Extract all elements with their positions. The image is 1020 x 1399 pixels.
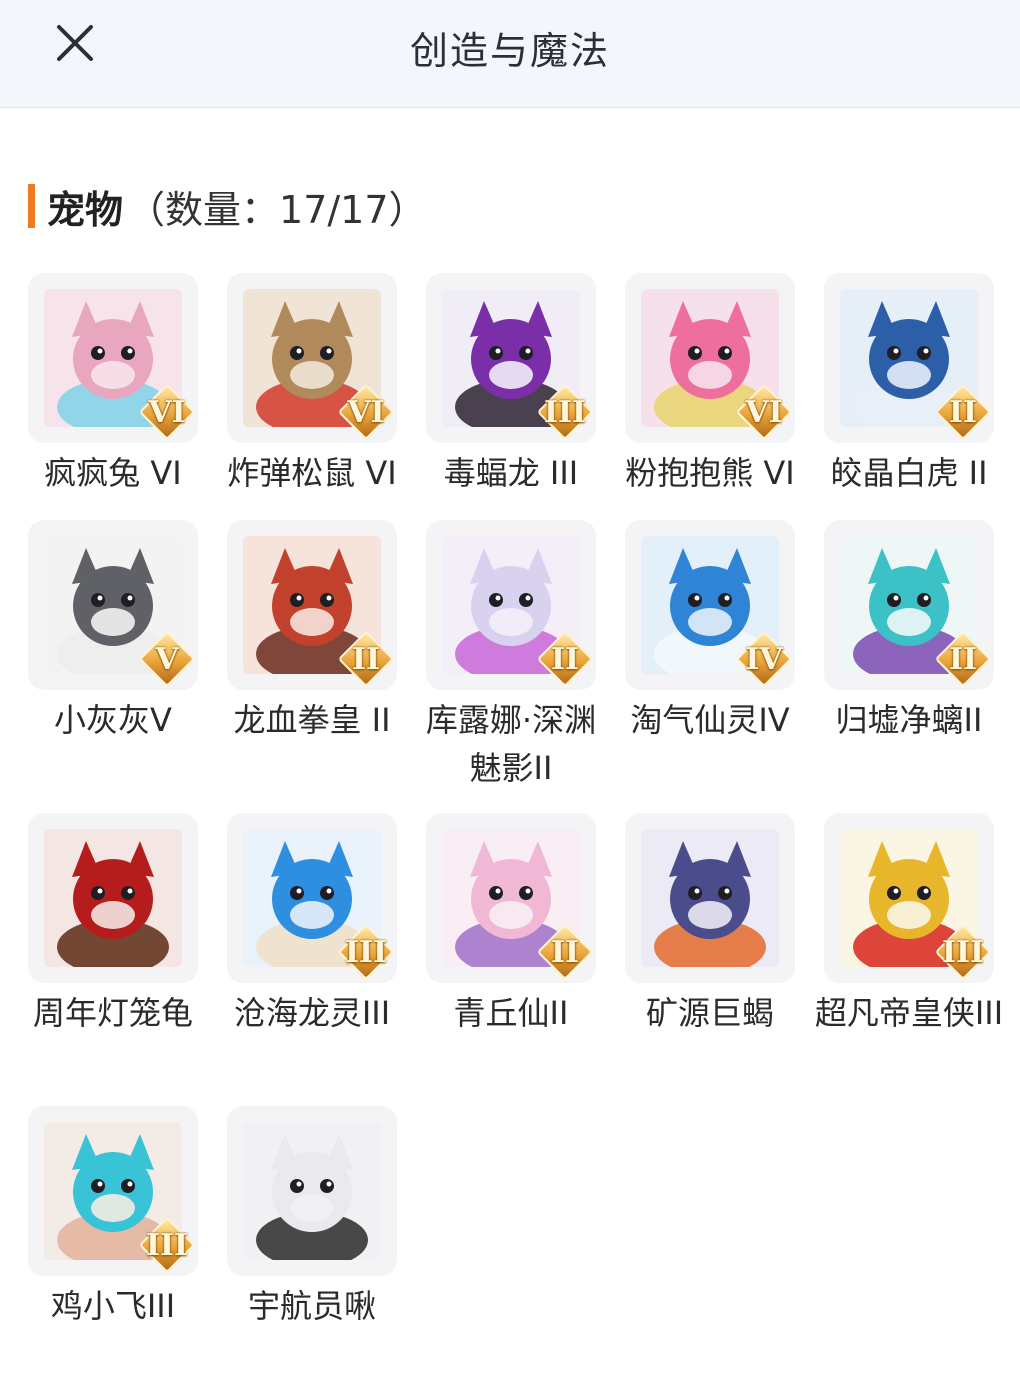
pet-tile[interactable]: III bbox=[28, 1106, 198, 1276]
rank-badge: VI bbox=[735, 383, 793, 441]
pet-tile[interactable]: III bbox=[824, 813, 994, 983]
rank-badge: II bbox=[337, 630, 395, 688]
rank-badge: III bbox=[934, 923, 992, 981]
pet-tile[interactable] bbox=[625, 813, 795, 983]
pet-name: 超凡帝皇侠III bbox=[814, 994, 1004, 1032]
rank-label: VI bbox=[148, 394, 186, 430]
rank-label: III bbox=[941, 934, 985, 970]
rank-badge: VI bbox=[138, 383, 196, 441]
rank-label: II bbox=[948, 641, 978, 677]
rank-label: III bbox=[344, 934, 388, 970]
rank-badge: III bbox=[337, 923, 395, 981]
pet-tile[interactable]: VI bbox=[28, 273, 198, 443]
pet-portrait bbox=[641, 829, 779, 967]
pet-grid: VI 疯疯兔 VI VI 炸弹松鼠 VI III 毒蝠龙 III VI 粉抱抱熊… bbox=[0, 0, 1020, 1399]
pet-tile[interactable]: IV bbox=[625, 520, 795, 690]
pet-name: 淘气仙灵IV bbox=[630, 701, 790, 739]
pet-tile[interactable]: II bbox=[426, 520, 596, 690]
rank-label: II bbox=[550, 641, 580, 677]
rank-label: VI bbox=[347, 394, 385, 430]
pet-name: 归墟净螭II bbox=[835, 701, 983, 739]
rank-badge: III bbox=[138, 1216, 196, 1274]
pet-tile[interactable]: II bbox=[824, 520, 994, 690]
pet-tile[interactable]: VI bbox=[227, 273, 397, 443]
pet-name: 疯疯兔 VI bbox=[44, 454, 182, 492]
pet-name: 周年灯笼龟 bbox=[32, 994, 193, 1032]
pet-tile[interactable]: III bbox=[227, 813, 397, 983]
pet-tile[interactable] bbox=[227, 1106, 397, 1276]
rank-badge: V bbox=[138, 630, 196, 688]
rank-badge: II bbox=[934, 630, 992, 688]
rank-badge: IV bbox=[735, 630, 793, 688]
pet-name: 青丘仙II bbox=[453, 994, 569, 1032]
pet-tile[interactable]: VI bbox=[625, 273, 795, 443]
rank-label: II bbox=[351, 641, 381, 677]
pet-portrait bbox=[44, 829, 182, 967]
rank-label: III bbox=[145, 1227, 189, 1263]
pet-name: 龙血拳皇 II bbox=[233, 701, 391, 739]
pet-portrait bbox=[243, 1122, 381, 1260]
rank-badge: II bbox=[536, 630, 594, 688]
rank-label: IV bbox=[745, 641, 783, 677]
pet-name: 库露娜·深渊魅影II bbox=[425, 701, 597, 787]
pet-name: 皎晶白虎 II bbox=[830, 454, 988, 492]
pet-name: 小灰灰V bbox=[54, 701, 172, 739]
pet-name: 宇航员啾 bbox=[247, 1287, 376, 1325]
rank-label: VI bbox=[745, 394, 783, 430]
rank-label: II bbox=[550, 934, 580, 970]
pet-tile[interactable] bbox=[28, 813, 198, 983]
rank-label: V bbox=[155, 641, 179, 677]
rank-label: III bbox=[543, 394, 587, 430]
pet-name: 毒蝠龙 III bbox=[443, 454, 579, 492]
pet-name: 粉抱抱熊 VI bbox=[625, 454, 795, 492]
pet-name: 矿源巨蝎 bbox=[645, 994, 774, 1032]
rank-badge: VI bbox=[337, 383, 395, 441]
rank-badge: II bbox=[536, 923, 594, 981]
rank-badge: III bbox=[536, 383, 594, 441]
pet-tile[interactable]: II bbox=[824, 273, 994, 443]
pet-name: 炸弹松鼠 VI bbox=[227, 454, 397, 492]
pet-tile[interactable]: V bbox=[28, 520, 198, 690]
pet-name: 鸡小飞III bbox=[50, 1287, 176, 1325]
pet-portrait-image bbox=[57, 841, 169, 967]
pet-portrait-image bbox=[654, 841, 766, 967]
rank-badge: II bbox=[934, 383, 992, 441]
pet-tile[interactable]: II bbox=[227, 520, 397, 690]
pet-tile[interactable]: II bbox=[426, 813, 596, 983]
pet-tile[interactable]: III bbox=[426, 273, 596, 443]
rank-label: II bbox=[948, 394, 978, 430]
pet-name: 沧海龙灵III bbox=[233, 994, 391, 1032]
pet-portrait-image bbox=[256, 1134, 368, 1260]
